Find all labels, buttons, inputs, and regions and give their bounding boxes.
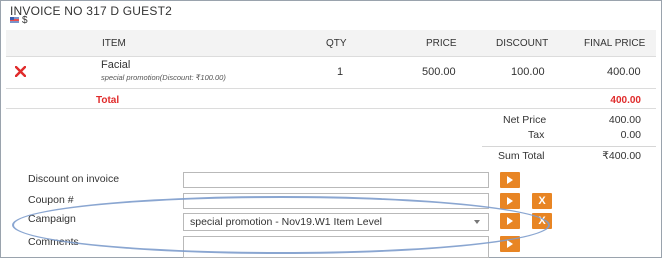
apply-comments-button[interactable] (500, 236, 520, 252)
play-icon (507, 197, 513, 205)
header-final-price: FINAL PRICE (584, 38, 646, 49)
clear-coupon-button[interactable]: X (532, 193, 552, 209)
sum-total-label: Sum Total (498, 150, 545, 162)
clear-campaign-button[interactable]: X (532, 213, 552, 229)
comments-input[interactable] (183, 236, 489, 258)
header-item: ITEM (102, 38, 126, 49)
item-name: Facial (101, 59, 131, 71)
invoice-title: INVOICE NO 317 D GUEST2 (10, 4, 172, 18)
comments-label: Comments (28, 236, 79, 248)
net-price-label: Net Price (503, 114, 547, 126)
campaign-selected-value: special promotion - Nov19.W1 Item Level (190, 216, 382, 228)
item-discount: 100.00 (511, 66, 545, 78)
currency-row: $ (10, 14, 28, 26)
campaign-label: Campaign (28, 213, 76, 225)
chevron-down-icon (474, 220, 480, 224)
clear-label: X (538, 195, 546, 207)
total-label: Total (96, 95, 120, 106)
apply-coupon-button[interactable] (500, 193, 520, 209)
apply-campaign-button[interactable] (500, 213, 520, 229)
coupon-label: Coupon # (28, 194, 74, 206)
sum-total-value: ₹400.00 (602, 150, 641, 162)
item-note: special promotion(Discount: ₹100.00) (101, 73, 226, 82)
tax-label: Tax (528, 129, 545, 141)
item-price: 500.00 (422, 66, 456, 78)
item-qty: 1 (337, 66, 344, 78)
play-icon (507, 176, 513, 184)
delete-icon[interactable] (15, 66, 26, 77)
header-qty: QTY (326, 38, 347, 49)
discount-label: Discount on invoice (28, 173, 120, 185)
coupon-input[interactable] (183, 193, 489, 209)
table-header: ITEM QTY PRICE DISCOUNT FINAL PRICE (6, 30, 656, 57)
header-price: PRICE (426, 38, 457, 49)
total-value: 400.00 (610, 95, 641, 106)
currency-symbol: $ (22, 14, 28, 26)
campaign-select[interactable]: special promotion - Nov19.W1 Item Level (183, 213, 489, 231)
apply-discount-button[interactable] (500, 172, 520, 188)
uk-flag-icon (10, 17, 19, 23)
header-discount: DISCOUNT (496, 38, 549, 49)
divider (6, 108, 656, 109)
play-icon (507, 240, 513, 248)
tax-value: 0.00 (620, 129, 641, 141)
summary-divider (482, 146, 656, 147)
clear-label: X (538, 215, 546, 227)
discount-input[interactable] (183, 172, 489, 188)
play-icon (507, 217, 513, 225)
item-final-price: 400.00 (607, 66, 641, 78)
net-price-value: 400.00 (608, 114, 641, 126)
table-row: Facial special promotion(Discount: ₹100.… (6, 56, 656, 89)
